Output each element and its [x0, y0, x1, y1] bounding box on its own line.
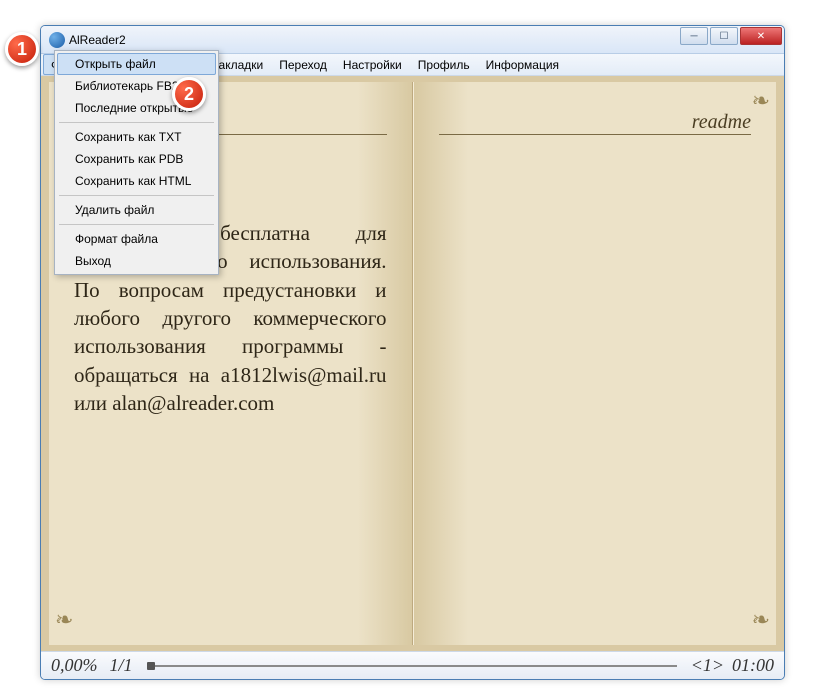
- status-pages: 1/1: [110, 655, 133, 676]
- ornament-icon: ❧: [55, 607, 87, 639]
- menu-separator: [59, 122, 214, 123]
- statusbar: 0,00% 1/1 <1> 01:00: [41, 651, 784, 679]
- page-right[interactable]: ❧ ❧ readme: [413, 82, 777, 645]
- ornament-icon: ❧: [738, 607, 770, 639]
- page-header-line: readme: [439, 117, 752, 135]
- window-title: AlReader2: [69, 33, 126, 47]
- menu-info[interactable]: Информация: [478, 54, 567, 75]
- menu-delete-file[interactable]: Удалить файл: [57, 199, 216, 221]
- minimize-button[interactable]: ─: [680, 27, 708, 45]
- maximize-button[interactable]: ☐: [710, 27, 738, 45]
- close-button[interactable]: ✕: [740, 27, 782, 45]
- progress-slider[interactable]: [147, 665, 677, 667]
- menu-settings[interactable]: Настройки: [335, 54, 410, 75]
- status-percent: 0,00%: [51, 655, 98, 676]
- menu-file-format[interactable]: Формат файла: [57, 228, 216, 250]
- menu-save-html[interactable]: Сохранить как HTML: [57, 170, 216, 192]
- status-clock: 01:00: [732, 655, 774, 676]
- status-position: <1>: [691, 655, 724, 676]
- callout-2: 2: [172, 77, 206, 111]
- menu-separator: [59, 224, 214, 225]
- window-controls: ─ ☐ ✕: [680, 26, 784, 45]
- ornament-icon: ❧: [738, 88, 770, 120]
- menu-exit[interactable]: Выход: [57, 250, 216, 272]
- callout-1: 1: [5, 32, 39, 66]
- menu-save-pdb[interactable]: Сохранить как PDB: [57, 148, 216, 170]
- menu-navigation[interactable]: Переход: [271, 54, 335, 75]
- app-icon: [49, 32, 65, 48]
- menu-separator: [59, 195, 214, 196]
- menu-save-txt[interactable]: Сохранить как TXT: [57, 126, 216, 148]
- menu-profile[interactable]: Профиль: [410, 54, 478, 75]
- menu-open-file[interactable]: Открыть файл: [57, 53, 216, 75]
